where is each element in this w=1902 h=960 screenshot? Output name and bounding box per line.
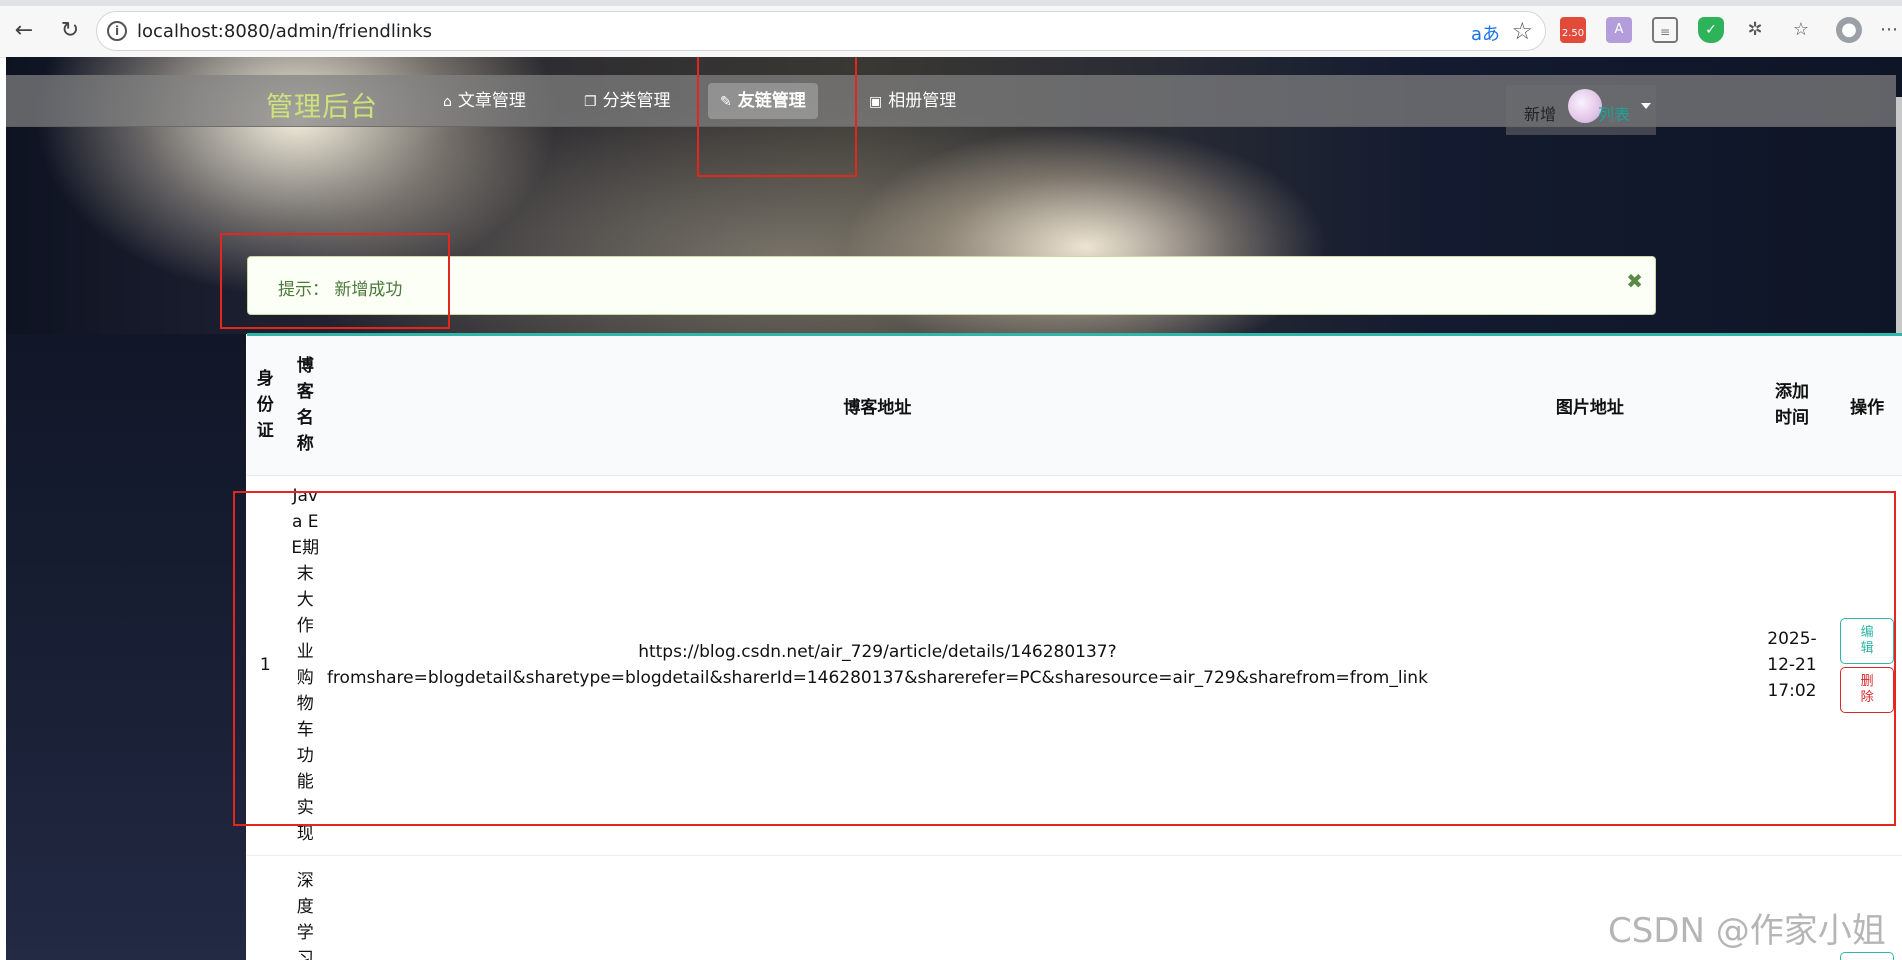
annotation-box-alert <box>220 233 450 329</box>
reload-icon[interactable]: ↻ <box>58 19 82 43</box>
more-menu-icon[interactable]: ⋯ <box>1876 17 1902 43</box>
home-icon: ⌂ <box>443 94 452 110</box>
shield-icon[interactable]: ✓ <box>1698 17 1724 43</box>
nav-label: 相册管理 <box>888 91 957 111</box>
nav-item-albums[interactable]: ▣ 相册管理 <box>857 83 968 119</box>
nav-item-categories[interactable]: ❐ 分类管理 <box>572 83 683 119</box>
col-header-time: 添加时间 <box>1751 336 1833 476</box>
back-icon[interactable]: ← <box>12 19 36 43</box>
col-header-image: 图片地址 <box>1427 336 1752 476</box>
reading-icon[interactable]: ≡ <box>1652 17 1678 43</box>
profile-avatar-icon[interactable]: ● <box>1836 17 1862 43</box>
success-alert: 提示： 新增成功 ✖ <box>247 256 1656 315</box>
extension-badge-count: 2.50 <box>1561 28 1585 39</box>
bookmark-star-icon[interactable]: ☆ <box>1511 17 1533 45</box>
favorites-icon[interactable]: ☆ <box>1788 17 1814 43</box>
col-header-url: 博客地址 <box>326 336 1428 476</box>
url-text: localhost:8080/admin/friendlinks <box>137 21 433 42</box>
avatar[interactable] <box>1568 89 1602 123</box>
navbar-dropdown[interactable]: 新增 列表 <box>1506 85 1656 135</box>
table-header-row: 身份证 博客名称 博客地址 图片地址 添加时间 操作 <box>247 336 1902 476</box>
nav-label: 文章管理 <box>457 91 526 111</box>
brand-title[interactable]: 管理后台 <box>266 85 378 124</box>
browser-toolbar: ← ↻ i localhost:8080/admin/friendlinks a… <box>0 0 1902 58</box>
new-link[interactable]: 新增 <box>1524 101 1556 125</box>
edit-button[interactable] <box>1840 951 1895 960</box>
chevron-down-icon[interactable] <box>1641 103 1651 109</box>
side-background <box>6 334 246 960</box>
puzzle-extensions-icon[interactable]: ✲ <box>1742 17 1768 43</box>
address-bar[interactable]: i localhost:8080/admin/friendlinks aあ ☆ <box>96 11 1546 51</box>
cell-id <box>247 855 284 960</box>
annotation-box-nav <box>697 57 857 177</box>
cell-name: 深度学习 <box>283 855 327 960</box>
nav-label: 分类管理 <box>602 91 671 111</box>
dropdown-pointer <box>1606 117 1620 124</box>
watermark: CSDN @作家小姐 <box>1608 911 1886 951</box>
image-icon: ▣ <box>869 94 883 110</box>
tab-strip <box>0 0 1902 6</box>
admin-page: 管理后台 ⌂ 文章管理 ❐ 分类管理 ✎ 友链管理 ▣ 相册管理 新增 列表 提示： 新… <box>6 57 1902 960</box>
nav-item-articles[interactable]: ⌂ 文章管理 <box>431 83 538 119</box>
annotation-box-row <box>233 491 1896 826</box>
extension-badge-icon[interactable]: 2.50 <box>1560 17 1586 43</box>
copy-icon: ❐ <box>584 94 597 110</box>
col-header-name: 博客名称 <box>283 336 327 476</box>
site-info-icon[interactable]: i <box>107 21 127 41</box>
col-header-id: 身份证 <box>247 336 284 476</box>
translate-icon[interactable]: aあ <box>1471 20 1500 46</box>
close-icon[interactable]: ✖ <box>1626 269 1643 293</box>
col-header-actions: 操作 <box>1832 336 1902 476</box>
font-extension-icon[interactable]: A <box>1606 17 1632 43</box>
